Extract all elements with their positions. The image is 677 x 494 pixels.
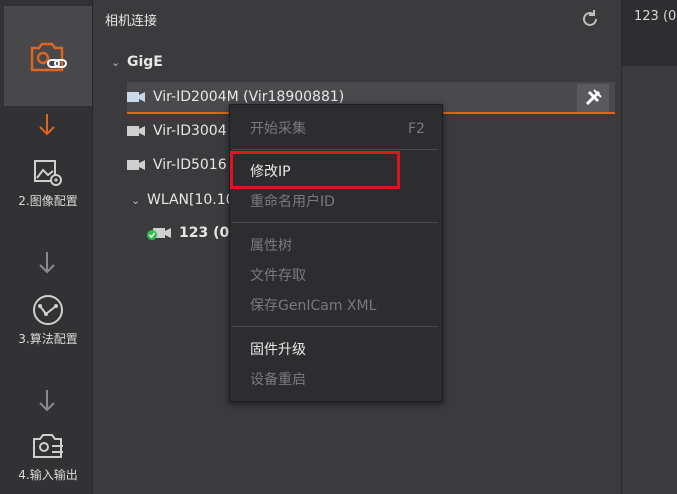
image-settings-icon bbox=[34, 160, 62, 186]
device-row-connected[interactable]: 123 (00 bbox=[147, 218, 239, 248]
chevron-down-icon: ⌄ bbox=[111, 56, 121, 69]
group-label: GigE bbox=[127, 54, 163, 70]
panel-title: 相机连接 bbox=[105, 14, 158, 29]
preview-area bbox=[622, 66, 677, 494]
menu-item-label: 开始采集 bbox=[250, 121, 306, 137]
step-image-config[interactable]: 2.图像配置 bbox=[4, 158, 92, 218]
camera-icon bbox=[127, 126, 145, 136]
down-arrow-icon bbox=[39, 252, 55, 274]
group-gige[interactable]: ⌄ GigE bbox=[111, 54, 163, 70]
menu-item-rename-user-id[interactable]: 重命名用户ID bbox=[250, 191, 335, 213]
context-menu: 开始采集 F2 修改IP 重命名用户ID 属性树 文件存取 保存GenICam … bbox=[229, 104, 443, 402]
down-arrow-icon bbox=[39, 390, 55, 412]
step-label: 4.输入输出 bbox=[18, 468, 78, 482]
menu-separator bbox=[232, 149, 438, 150]
group-label: WLAN[10.10 bbox=[147, 192, 235, 208]
menu-item-modify-ip[interactable]: 修改IP bbox=[250, 161, 291, 183]
menu-item-label: 属性树 bbox=[250, 238, 292, 254]
menu-item-label: 重命名用户ID bbox=[250, 194, 335, 210]
menu-item-start-capture[interactable]: 开始采集 F2 bbox=[250, 118, 425, 140]
device-label: Vir-ID5016 bbox=[153, 157, 227, 173]
camera-io-icon bbox=[33, 434, 63, 458]
down-arrow-icon bbox=[39, 114, 55, 136]
camera-connected-icon bbox=[147, 228, 171, 240]
menu-item-label: 修改IP bbox=[250, 164, 291, 180]
algorithm-icon bbox=[33, 295, 63, 325]
refresh-icon[interactable] bbox=[579, 8, 601, 30]
device-label: Vir-ID2004M (Vir18900881) bbox=[153, 89, 345, 105]
step-label: 2.图像配置 bbox=[18, 194, 78, 208]
step-algorithm-config[interactable]: 3.算法配置 bbox=[4, 294, 92, 354]
device-row[interactable]: Vir-ID5016 bbox=[127, 150, 227, 180]
camera-link-icon bbox=[30, 42, 67, 72]
disconnect-button[interactable] bbox=[577, 84, 609, 112]
menu-item-label: 文件存取 bbox=[250, 268, 306, 284]
step-sidebar: 2.图像配置 3.算法配置 4.输入输出 bbox=[0, 0, 93, 494]
camera-icon bbox=[127, 160, 145, 170]
preview-tab-label: 123 (00 bbox=[634, 9, 677, 24]
group-wlan[interactable]: ⌄ WLAN[10.10 bbox=[131, 188, 235, 212]
menu-item-label: 设备重启 bbox=[250, 372, 306, 388]
device-row[interactable]: Vir-ID3004 bbox=[127, 116, 227, 146]
menu-item-firmware-upgrade[interactable]: 固件升级 bbox=[250, 339, 306, 361]
unlink-icon bbox=[585, 89, 602, 106]
camera-icon bbox=[127, 92, 145, 102]
device-label: Vir-ID3004 bbox=[153, 123, 227, 139]
chevron-down-icon: ⌄ bbox=[131, 194, 141, 207]
menu-item-property-tree[interactable]: 属性树 bbox=[250, 235, 292, 257]
menu-separator bbox=[232, 326, 438, 327]
step-input-output[interactable]: 4.输入输出 bbox=[4, 432, 92, 492]
menu-item-device-reboot[interactable]: 设备重启 bbox=[250, 369, 306, 391]
menu-item-label: 固件升级 bbox=[250, 342, 306, 358]
preview-tab[interactable]: 123 (00 bbox=[622, 0, 677, 66]
menu-item-label: 保存GenICam XML bbox=[250, 298, 377, 314]
step-label: 3.算法配置 bbox=[18, 332, 78, 346]
step-camera-connect[interactable] bbox=[4, 6, 92, 106]
menu-item-file-access[interactable]: 文件存取 bbox=[250, 265, 306, 287]
menu-item-save-genicam-xml[interactable]: 保存GenICam XML bbox=[250, 295, 376, 317]
menu-separator bbox=[232, 222, 438, 223]
menu-item-shortcut: F2 bbox=[408, 121, 425, 137]
